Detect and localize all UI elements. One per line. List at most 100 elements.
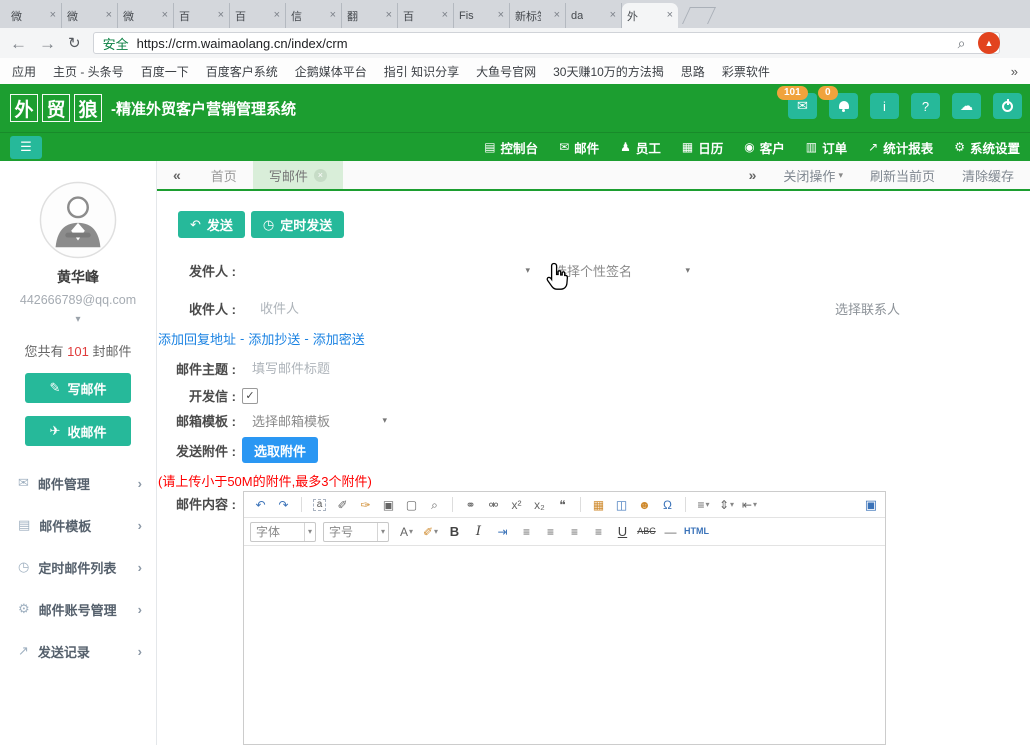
account-caret-icon[interactable]: ▾ xyxy=(0,314,156,325)
from-select[interactable]: ▾ xyxy=(242,265,530,276)
browser-tab[interactable]: 外 × xyxy=(622,3,678,28)
new-tab-button[interactable] xyxy=(682,7,716,24)
italic[interactable]: I xyxy=(468,522,489,542)
subscript[interactable]: x₂ xyxy=(529,495,550,515)
bold[interactable]: B xyxy=(444,522,465,542)
sidebar-menu-item[interactable]: ◷ 定时邮件列表 › xyxy=(0,546,156,588)
browser-tab[interactable]: 微 × xyxy=(62,3,118,28)
align-right[interactable]: ≡ xyxy=(540,522,561,542)
power[interactable] xyxy=(993,93,1022,119)
nav-menu-item[interactable]: ↗ 统计报表 xyxy=(868,138,933,157)
tab-close-icon[interactable]: × xyxy=(162,10,168,21)
paste-plain[interactable]: ▢ xyxy=(401,495,422,515)
bookmark-item[interactable]: 彩票软件 xyxy=(722,63,770,80)
browser-tab[interactable]: 百 × xyxy=(174,3,230,28)
send-button[interactable]: ↶ 发送 xyxy=(178,211,245,238)
address-bar[interactable]: 安全 https://crm.waimaolang.cn/index/crm ⌕… xyxy=(93,32,1000,54)
font-color[interactable]: A ▾ xyxy=(396,522,417,542)
special-char[interactable]: Ω xyxy=(657,495,678,515)
sidebar-menu-item[interactable]: ↗ 发送记录 › xyxy=(0,630,156,672)
add-bcc-link[interactable]: 添加密送 xyxy=(313,329,365,348)
blockquote[interactable]: ❝ xyxy=(552,495,573,515)
browser-tab[interactable]: da × xyxy=(566,3,622,28)
back-icon[interactable]: ← xyxy=(10,35,27,52)
subject-input[interactable] xyxy=(250,360,554,377)
bookmark-item[interactable]: 百度一下 xyxy=(141,63,189,80)
messages[interactable]: 101 ✉ xyxy=(788,93,817,119)
downloads[interactable]: ☁ xyxy=(952,93,981,119)
align-center[interactable]: ≡ xyxy=(564,522,585,542)
remove-format[interactable]: a xyxy=(309,495,330,515)
select-contacts-link[interactable]: 选择联系人 xyxy=(835,299,900,318)
tab-close-icon[interactable]: × xyxy=(50,10,56,21)
tab-close-icon[interactable]: × xyxy=(442,10,448,21)
browser-tab[interactable]: 微 × xyxy=(118,3,174,28)
justify[interactable]: ≡ xyxy=(588,522,609,542)
font-family-select[interactable]: 字体 ▾ xyxy=(250,522,316,542)
signature-select[interactable]: 选择个性签名 ▾ xyxy=(554,261,690,280)
image-align[interactable]: ◫ xyxy=(611,495,632,515)
tab-close-icon[interactable]: × xyxy=(498,10,504,21)
line-height[interactable]: ⇕ ▾ xyxy=(716,495,737,515)
sidebar-menu-item[interactable]: ✉ 邮件管理 › xyxy=(0,462,156,504)
bookmark-item[interactable]: 百度客户系统 xyxy=(206,63,278,80)
zoom-out-icon[interactable]: ⌕ xyxy=(958,35,966,52)
receive[interactable]: ✈ 收邮件 xyxy=(25,416,131,446)
notifications[interactable]: 0 xyxy=(829,93,858,119)
forward-icon[interactable]: → xyxy=(39,35,56,52)
nav-menu-item[interactable]: ◉ 客户 xyxy=(744,138,785,157)
browser-tab[interactable]: Fis × xyxy=(454,3,510,28)
browser-tab[interactable]: 百 × xyxy=(230,3,286,28)
browser-update-icon[interactable]: ▲ xyxy=(978,32,1000,54)
add-cc-link[interactable]: 添加抄送 xyxy=(248,329,300,348)
info[interactable]: i xyxy=(870,93,899,119)
tabstrip-action[interactable]: 清除缓存 xyxy=(962,166,1014,185)
url-text[interactable]: https://crm.waimaolang.cn/index/crm xyxy=(137,36,348,51)
font-size-select[interactable]: 字号 ▾ xyxy=(323,522,389,542)
fullscreen-icon[interactable]: ▣ xyxy=(865,497,877,513)
bookmark-item[interactable]: 企鹅媒体平台 xyxy=(295,63,367,80)
tabs-scroll-left-icon[interactable]: « xyxy=(173,167,181,183)
reload-icon[interactable]: ↻ xyxy=(68,36,81,51)
tab-close-icon[interactable]: × xyxy=(610,10,616,21)
insert-image[interactable]: ▦ xyxy=(588,495,609,515)
bookmark-item[interactable]: 30天赚10万的方法揭 xyxy=(553,63,664,80)
compose[interactable]: ✎ 写邮件 xyxy=(25,373,131,403)
undo[interactable]: ↶ xyxy=(250,495,271,515)
page-tab[interactable]: 首页 xyxy=(195,161,253,189)
tab-close-icon[interactable]: × xyxy=(667,10,673,21)
tab-close-icon[interactable]: × xyxy=(554,10,560,21)
nav-menu-item[interactable]: ♟ 员工 xyxy=(620,138,661,157)
paragraph-spacing[interactable]: ≡ ▾ xyxy=(693,495,714,515)
to-input[interactable] xyxy=(258,300,562,317)
emoji[interactable]: ☻ xyxy=(634,495,655,515)
nav-menu-item[interactable]: ▤ 控制台 xyxy=(484,138,538,157)
nav-menu-item[interactable]: ⚙ 系统设置 xyxy=(954,138,1020,157)
add-reply-address-link[interactable]: 添加回复地址 xyxy=(158,329,236,348)
bookmark-item[interactable]: 大鱼号官网 xyxy=(476,63,536,80)
bookmarks-overflow-icon[interactable]: » xyxy=(1011,64,1018,79)
background-color[interactable]: ✐ ▾ xyxy=(420,522,441,542)
tabs-scroll-right-icon[interactable]: » xyxy=(749,167,757,183)
editor-toolbar-button[interactable] xyxy=(452,497,453,512)
bookmark-item[interactable]: 指引 知识分享 xyxy=(384,63,459,80)
tab-close-icon[interactable]: × xyxy=(218,10,224,21)
scheduled-send-button[interactable]: ◷ 定时发送 xyxy=(251,211,344,238)
tab-close-icon[interactable]: × xyxy=(386,10,392,21)
sidebar-menu-item[interactable]: ⚙ 邮件账号管理 › xyxy=(0,588,156,630)
editor-content-area[interactable] xyxy=(244,546,885,744)
menu-toggle-button[interactable]: ☰ xyxy=(10,136,42,159)
browser-tab[interactable]: 微 × xyxy=(6,3,62,28)
indent[interactable]: ⇥ xyxy=(492,522,513,542)
indent-setting[interactable]: ⇤ ▾ xyxy=(739,495,760,515)
sidebar-menu-item[interactable]: ▤ 邮件模板 › xyxy=(0,504,156,546)
insert-link[interactable]: ⚭ xyxy=(460,495,481,515)
align-left[interactable]: ≡ xyxy=(516,522,537,542)
paste-from-word[interactable]: ▣ xyxy=(378,495,399,515)
bookmark-item[interactable]: 应用 xyxy=(12,63,36,80)
html-source[interactable]: HTML xyxy=(684,522,709,542)
horizontal-rule[interactable]: — xyxy=(660,522,681,542)
bookmark-item[interactable]: 思路 xyxy=(681,63,705,80)
search-replace[interactable]: ⌕ xyxy=(424,495,445,515)
dev-letter-checkbox[interactable]: ✓ xyxy=(242,388,258,404)
